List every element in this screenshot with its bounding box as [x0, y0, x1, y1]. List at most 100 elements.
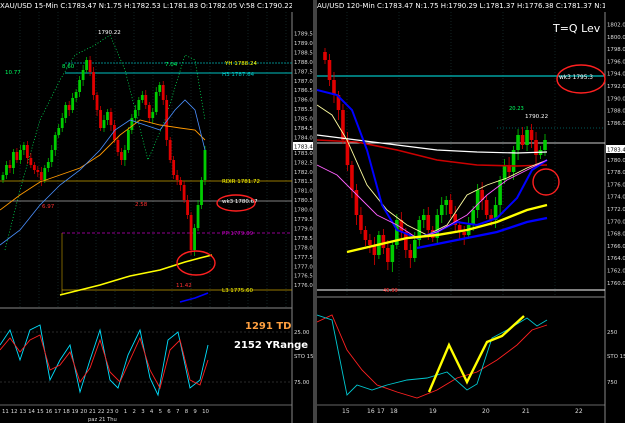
candle-body: [43, 168, 47, 180]
candle-body: [144, 95, 148, 105]
price-tick-label: 1782.50: [294, 160, 313, 166]
candle-body: [327, 60, 332, 80]
time-tick-label: 11: [2, 409, 9, 415]
candle-body: [196, 205, 200, 228]
candle-body: [412, 240, 417, 258]
candle-body: [95, 95, 99, 110]
time-tick-label: 5: [159, 409, 162, 415]
candle-body: [71, 98, 75, 110]
top-mark-annotation: 20.23: [509, 106, 524, 112]
candle-body: [81, 70, 85, 80]
candle-body: [137, 100, 141, 110]
time-tick-label: 10: [202, 409, 209, 415]
candle-body: [189, 215, 193, 250]
left-price-chart[interactable]: 1789.501789.001788.501788.001787.501787.…: [0, 0, 313, 423]
price-tick-label: 1776.50: [294, 274, 313, 280]
candle-body: [200, 180, 203, 205]
price-tick-label: 1786.00: [607, 121, 625, 127]
candle-body: [421, 215, 426, 220]
candle-body: [390, 245, 395, 262]
time-tick-label: 12: [11, 409, 18, 415]
price-tick-label: 1779.00: [294, 226, 313, 232]
stochastic-k-line: [0, 324, 209, 397]
time-tick-label: 14: [28, 409, 35, 415]
candle-body: [475, 190, 480, 210]
price-tick-label: 1789.00: [294, 41, 313, 47]
candle-body: [29, 158, 33, 165]
time-tick-label: 13: [19, 409, 26, 415]
time-tick-label: 19: [72, 409, 79, 415]
candle-body: [5, 165, 8, 175]
time-tick-label: 19: [429, 408, 437, 415]
time-tick-label: 18: [63, 409, 70, 415]
right-chart-pane: 1802.00 1800.00 1798.00 1796.00 1794.00 1792.…: [317, 0, 625, 423]
candle-body: [175, 175, 179, 180]
candle-body: [133, 110, 137, 118]
price-tick-label: 1802.00: [607, 23, 625, 29]
price-tick-label: 1792.00: [607, 84, 625, 90]
time-tick-label: 23: [106, 409, 113, 415]
candle-body: [123, 150, 127, 160]
oscillator-tick: STO 15: [607, 354, 625, 360]
price-tick-label: 1796.00: [607, 59, 625, 65]
right-chart-header: AU/USD 120-Min C:1783.47 N:1.75 H:1790.2…: [317, 2, 605, 10]
candle-body: [168, 140, 172, 160]
price-tick-label: 1766.00: [607, 244, 625, 250]
price-tick-label: 1786.50: [294, 88, 313, 94]
candle-body: [484, 200, 489, 215]
price-tick-label: 1778.50: [294, 236, 313, 242]
price-plot-area: [317, 12, 605, 297]
price-tick-label: 1782.00: [294, 170, 313, 176]
candle-body: [186, 200, 189, 215]
annotation-2-58: 2.58: [135, 202, 148, 208]
candle-body: [64, 105, 68, 118]
time-tick-label: 9: [193, 409, 197, 415]
price-tick-label: 1784.50: [294, 126, 313, 132]
candle-body: [462, 232, 466, 235]
candle-body: [67, 105, 71, 110]
time-tick-label: 3: [141, 409, 144, 415]
oscillator-tick: 25.00: [294, 330, 310, 336]
candle-body: [151, 112, 155, 118]
price-tick-label: 1779.50: [294, 217, 313, 223]
candle-body: [15, 152, 19, 160]
annotation-7-04: 7.04: [165, 62, 178, 68]
time-tick-label: 4: [150, 409, 154, 415]
candle-body: [99, 110, 102, 128]
time-tick-label: 18: [390, 408, 398, 415]
candle-body: [32, 165, 36, 170]
left-chart-header: XAU/USD 15-Min C:1783.47 N:1.75 H:1782.5…: [0, 2, 292, 10]
price-tick-label: 1768.00: [607, 232, 625, 238]
candle-body: [444, 200, 449, 205]
price-tick-label: 1780.00: [607, 158, 625, 164]
price-tick-label: 1798.00: [607, 47, 625, 53]
candle-body: [502, 165, 507, 180]
annotation-8-60: 8.60: [62, 64, 75, 70]
price-tick-label: 1790.00: [607, 96, 625, 102]
candle-body: [109, 112, 113, 125]
candle-body: [182, 185, 186, 200]
candle-body: [529, 130, 534, 140]
annotation-11-42: 11.42: [176, 283, 192, 289]
candle-body: [363, 230, 368, 240]
oscillator-tick: 250: [607, 330, 618, 336]
pane-divider[interactable]: [313, 0, 317, 423]
candle-body: [78, 80, 82, 92]
candle-body: [46, 162, 50, 168]
candle-body: [130, 118, 134, 130]
price-tick-label: 1781.50: [294, 179, 313, 185]
time-tick-label: 22: [98, 409, 105, 415]
candle-body: [158, 85, 162, 92]
candle-body: [50, 150, 54, 162]
candle-body: [53, 135, 57, 150]
right-price-chart[interactable]: 1802.00 1800.00 1798.00 1796.00 1794.00 1792.…: [317, 0, 625, 423]
price-tick-label: 1784.00: [294, 135, 313, 141]
price-tick-label: 1788.00: [294, 60, 313, 66]
time-tick-label: 17: [54, 409, 61, 415]
time-tick-label: 6: [167, 409, 171, 415]
time-tick-label: 8: [185, 409, 189, 415]
time-tick-label: 7: [176, 409, 179, 415]
price-tick-label: 1788.00: [607, 109, 625, 115]
price-tick-label: 1764.00: [607, 256, 625, 262]
candle-body: [1, 175, 5, 180]
